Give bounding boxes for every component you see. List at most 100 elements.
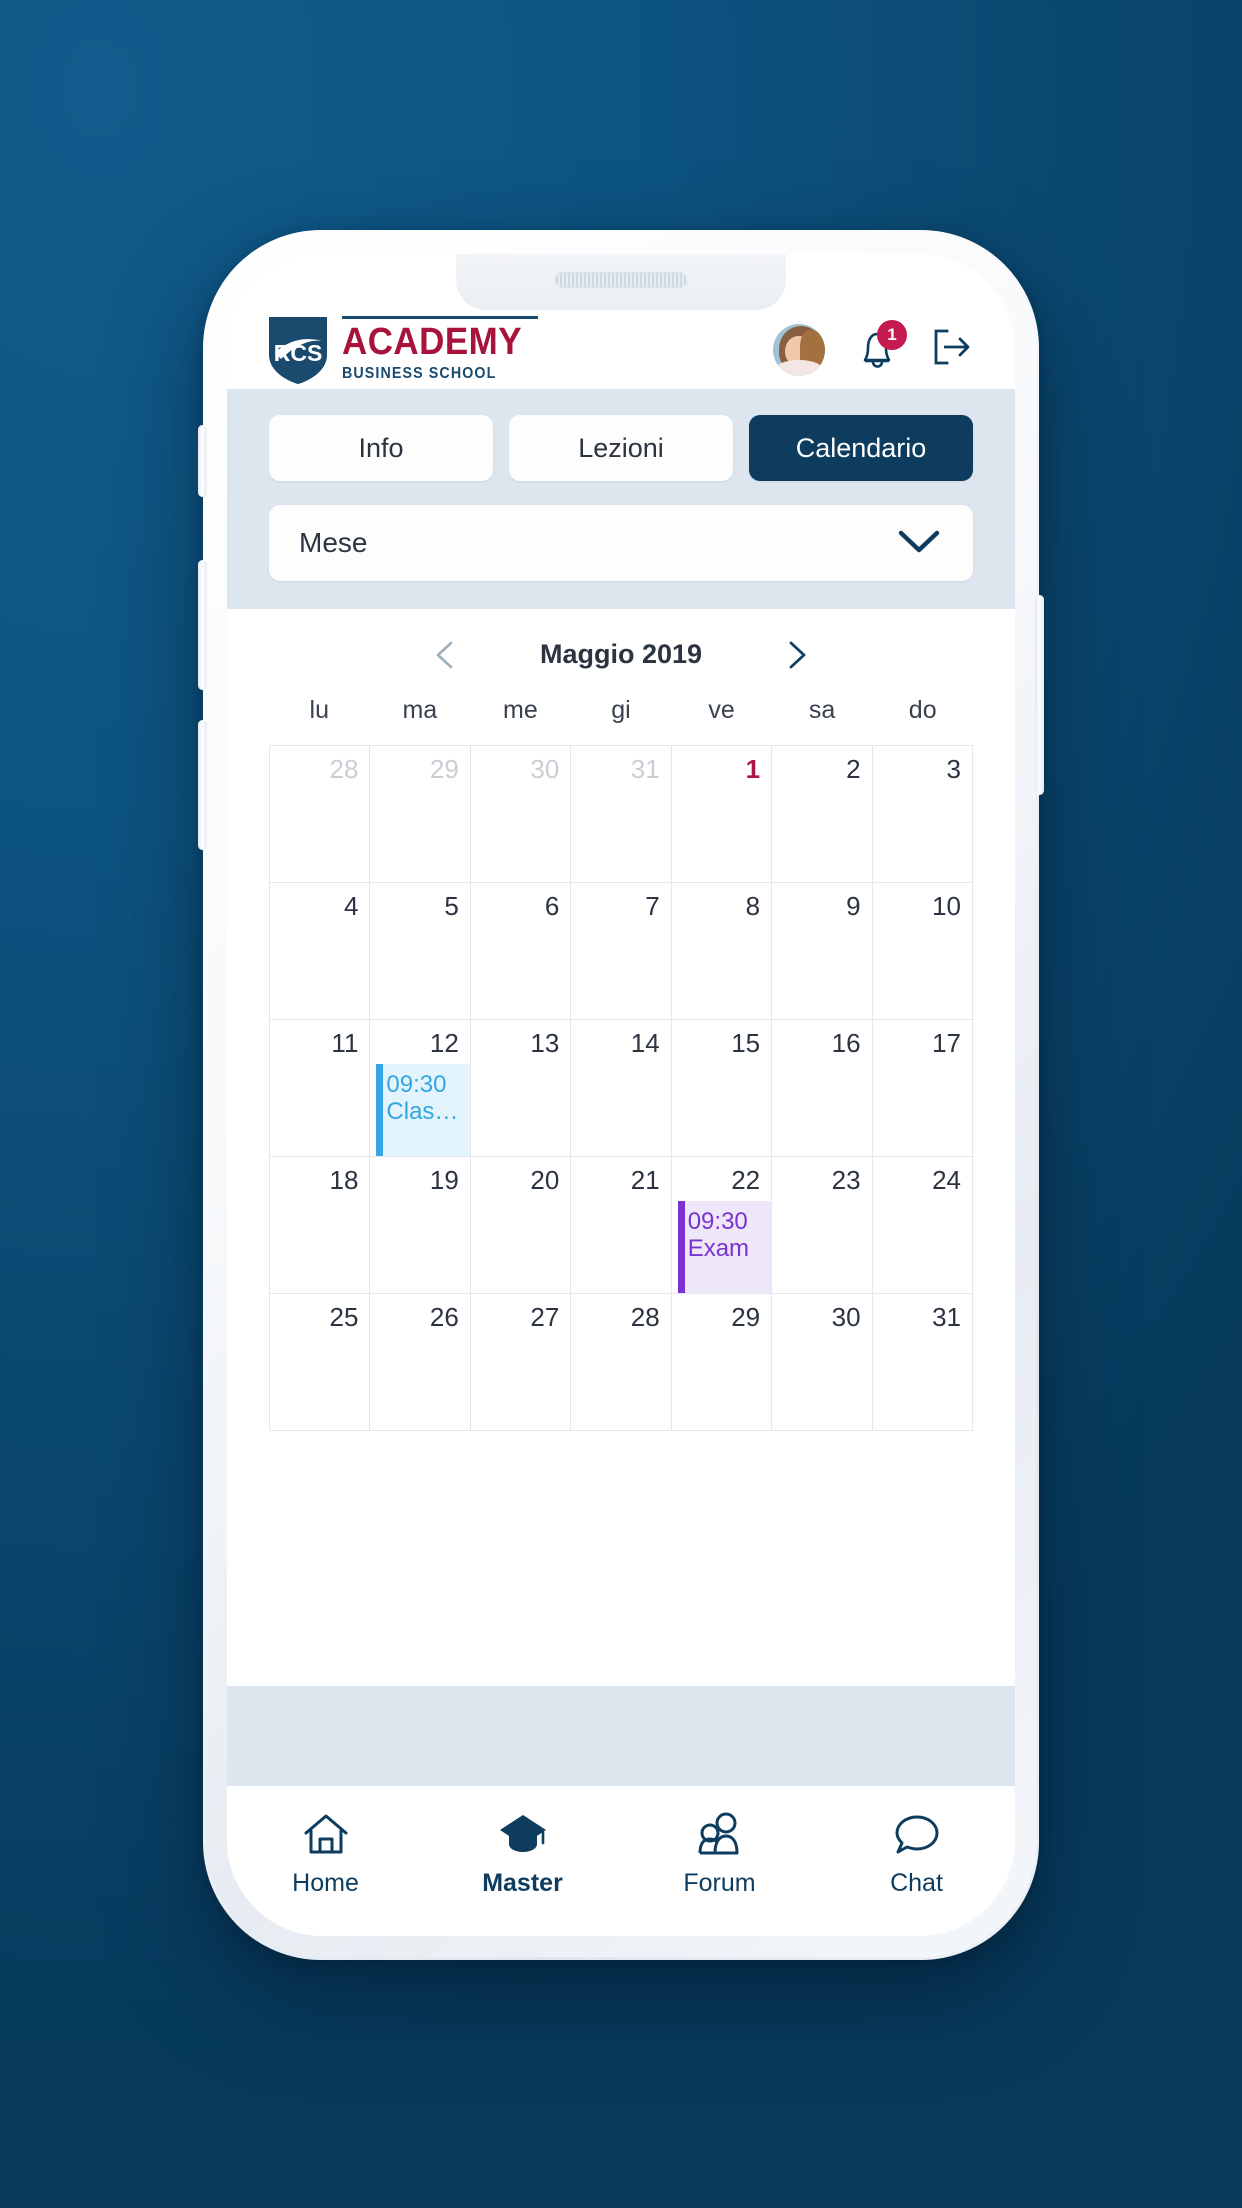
month-label: Maggio 2019: [539, 639, 703, 669]
calendar-day-number: 1: [745, 754, 761, 784]
calendar-day-cell[interactable]: 22 09:30 Exam: [671, 1157, 773, 1294]
nav-label-master: Master: [482, 1868, 563, 1897]
phone-device-frame: RCS ACADEMY BUSINESS SCHOOL 1 Info Lezio…: [198, 230, 1044, 1960]
calendar-day-cell[interactable]: 29: [370, 746, 471, 883]
volume-up-button[interactable]: [198, 560, 207, 690]
calendar-day-cell[interactable]: 13: [470, 1020, 572, 1157]
calendar-day-number: 18: [329, 1165, 359, 1195]
content-spacer: [227, 1686, 1015, 1786]
calendar-day-number: 21: [630, 1165, 660, 1195]
calendar-day-number: 23: [831, 1165, 861, 1195]
calendar-day-number: 29: [429, 754, 459, 784]
calendar-day-cell[interactable]: 30: [470, 746, 572, 883]
tab-lezioni[interactable]: Lezioni: [509, 415, 733, 481]
rcs-shield-icon: RCS: [267, 315, 329, 385]
calendar-day-cell[interactable]: 25: [270, 1294, 371, 1431]
logout-button[interactable]: [929, 324, 975, 375]
calendar-day-number: 13: [530, 1028, 560, 1058]
svg-text:RCS: RCS: [274, 340, 323, 366]
nav-label-chat: Chat: [890, 1868, 943, 1897]
power-button[interactable]: [1035, 595, 1044, 795]
weekday-lu: lu: [309, 696, 330, 724]
next-month-button[interactable]: [782, 640, 812, 670]
silent-switch-button[interactable]: [198, 425, 207, 497]
weekday-do: do: [908, 696, 937, 724]
calendar-day-cell[interactable]: 29: [671, 1294, 773, 1431]
brand-main-text: ACADEMY: [342, 321, 522, 364]
view-select-value: Mese: [299, 527, 368, 558]
calendar-day-number: 27: [530, 1302, 560, 1332]
nav-item-chat[interactable]: Chat: [818, 1807, 1015, 1898]
chat-bubble-icon: [891, 1807, 943, 1857]
calendar-day-cell[interactable]: 6: [470, 883, 572, 1020]
calendar-day-cell[interactable]: 12 09:30 Clas…: [370, 1020, 471, 1157]
calendar-day-cell[interactable]: 15: [671, 1020, 773, 1157]
calendar-day-cell[interactable]: 28: [270, 746, 371, 883]
calendar-day-cell[interactable]: 26: [370, 1294, 471, 1431]
calendar-day-number: 30: [831, 1302, 861, 1332]
nav-item-home[interactable]: Home: [227, 1807, 424, 1898]
calendar-day-number: 10: [932, 891, 961, 921]
calendar-day-cell[interactable]: 2: [772, 746, 873, 883]
notifications-button[interactable]: 1: [855, 319, 907, 374]
calendar-day-cell[interactable]: 19: [370, 1157, 471, 1294]
calendar-day-cell[interactable]: 5: [370, 883, 471, 1020]
calendar-day-number: 25: [329, 1302, 359, 1332]
earpiece-speaker: [555, 272, 687, 288]
calendar-day-cell[interactable]: 16: [772, 1020, 873, 1157]
weekday-gi: gi: [611, 696, 631, 724]
calendar-day-cell[interactable]: 7: [571, 883, 672, 1020]
calendar-day-number: 31: [932, 1302, 961, 1332]
calendar-day-cell[interactable]: 8: [671, 883, 773, 1020]
calendar-grid: 28 29 30 31 1 2 3 4 5 6 7 8 9 10 11 12 09:30 Clas… 13 14 15 1…: [269, 745, 973, 1431]
tab-lezioni-label: Lezioni: [578, 432, 664, 463]
calendar-event-title: Exam: [687, 1234, 750, 1262]
calendar-day-cell[interactable]: 1: [671, 746, 773, 883]
calendar-day-cell[interactable]: 20: [470, 1157, 572, 1294]
volume-down-button[interactable]: [198, 720, 207, 850]
calendar-event[interactable]: 09:30 Exam: [677, 1201, 772, 1293]
calendar-day-cell[interactable]: 23: [772, 1157, 873, 1294]
calendar-day-cell[interactable]: 9: [772, 883, 873, 1020]
calendar-day-number: 6: [544, 891, 560, 921]
calendar-day-cell[interactable]: 21: [571, 1157, 672, 1294]
calendar-day-number: 2: [846, 754, 861, 784]
calendar-day-cell[interactable]: 18: [270, 1157, 371, 1294]
nav-item-forum[interactable]: Forum: [621, 1807, 818, 1898]
calendar-day-number: 22: [731, 1165, 761, 1195]
header-actions: 1: [773, 319, 975, 376]
rcs-academy-logo[interactable]: RCS ACADEMY BUSINESS SCHOOL: [267, 315, 538, 385]
calendar-day-cell[interactable]: 17: [872, 1020, 973, 1157]
tab-calendario-label: Calendario: [795, 432, 927, 463]
calendar-day-cell[interactable]: 24: [872, 1157, 973, 1294]
nav-item-master[interactable]: Master: [424, 1807, 621, 1898]
calendar-event-time: 09:30: [386, 1071, 447, 1098]
calendar-day-cell[interactable]: 27: [470, 1294, 572, 1431]
calendar-event-time: 09:30: [687, 1208, 748, 1235]
calendar-day-cell[interactable]: 11: [270, 1020, 371, 1157]
calendar-day-cell[interactable]: 4: [270, 883, 371, 1020]
calendar-event-color-bar: [677, 1201, 685, 1293]
tab-info[interactable]: Info: [269, 415, 493, 481]
view-select[interactable]: Mese: [269, 505, 973, 581]
calendar-day-cell[interactable]: 31: [872, 1294, 973, 1431]
calendar-day-cell[interactable]: 28: [571, 1294, 672, 1431]
avatar[interactable]: [773, 323, 825, 376]
calendar-day-number: 28: [329, 754, 359, 784]
calendar-day-cell[interactable]: 14: [571, 1020, 672, 1157]
calendar-day-number: 3: [946, 754, 961, 784]
calendar-day-number: 15: [731, 1028, 761, 1058]
calendar-day-number: 19: [429, 1165, 459, 1195]
prev-month-button[interactable]: [430, 640, 460, 670]
weekday-ve: ve: [708, 696, 735, 724]
calendar-event-title: Clas…: [386, 1097, 459, 1125]
calendar-day-cell[interactable]: 3: [872, 746, 973, 883]
calendar-day-cell[interactable]: 31: [571, 746, 672, 883]
calendar-day-cell[interactable]: 10: [872, 883, 973, 1020]
weekday-header: lu ma me gi ve sa do: [269, 696, 973, 745]
avatar-body: [775, 359, 823, 376]
calendar-event[interactable]: 09:30 Clas…: [376, 1064, 470, 1156]
tab-calendario[interactable]: Calendario: [749, 415, 973, 481]
calendar-day-number: 5: [444, 891, 459, 921]
calendar-day-cell[interactable]: 30: [772, 1294, 873, 1431]
